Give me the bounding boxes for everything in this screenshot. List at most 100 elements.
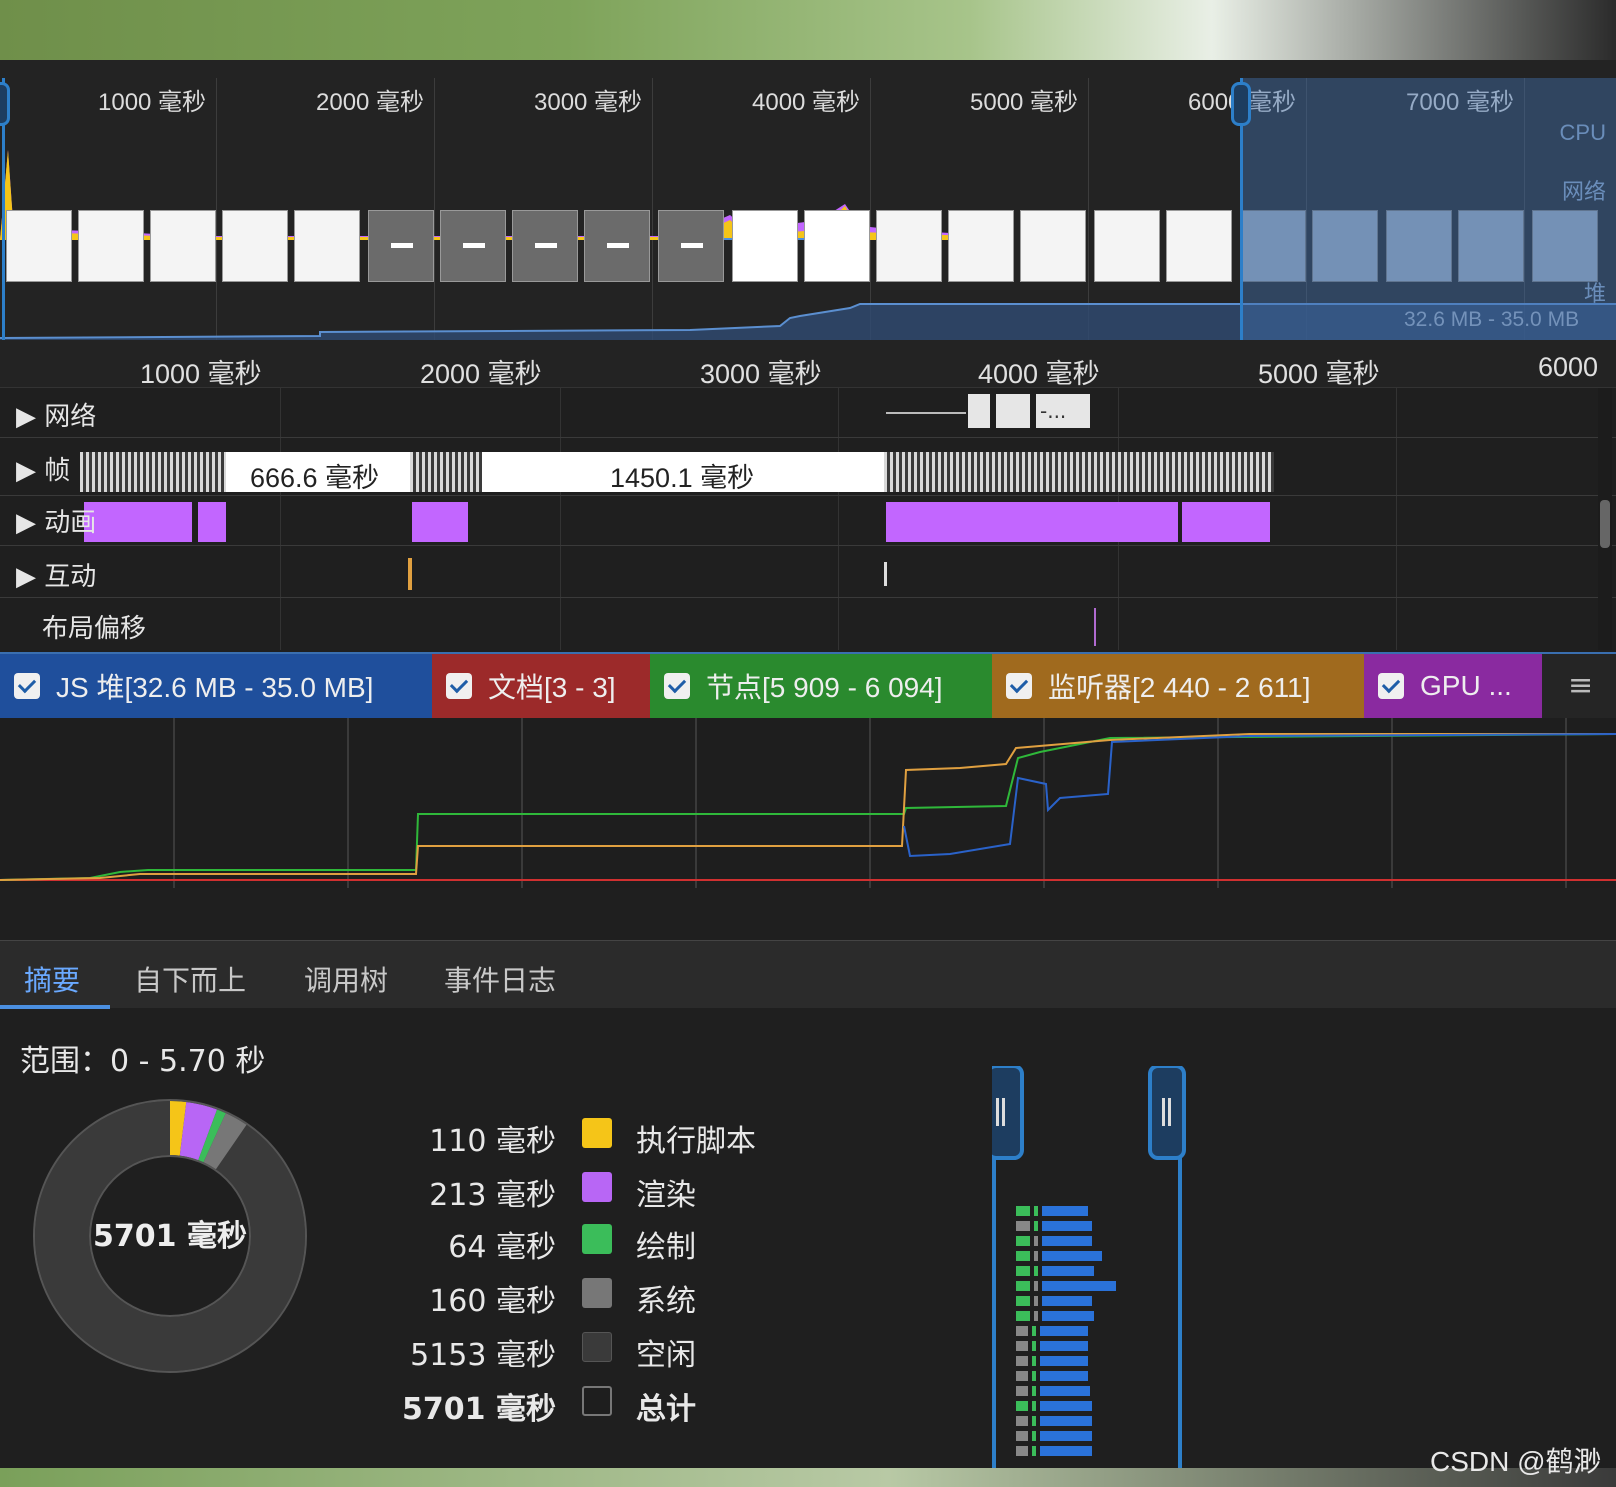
frame-markers bbox=[410, 452, 482, 492]
expand-arrow-icon[interactable]: ▶ bbox=[16, 402, 44, 432]
legend-swatch-idle bbox=[582, 1332, 612, 1362]
checkbox-checked-icon[interactable] bbox=[14, 673, 40, 699]
timeline-overview[interactable]: 1000 毫秒 2000 毫秒 3000 毫秒 4000 毫秒 5000 毫秒 … bbox=[0, 60, 1616, 340]
screenshot-thumbnail[interactable] bbox=[1094, 210, 1160, 282]
screenshot-thumbnail[interactable] bbox=[294, 210, 360, 282]
screenshot-thumbnail[interactable] bbox=[658, 210, 724, 282]
tab-bottom-up[interactable]: 自下而上 bbox=[134, 959, 246, 999]
overview-selection-dimmed bbox=[1240, 78, 1616, 340]
animation-block[interactable] bbox=[412, 502, 468, 542]
minimap-bar bbox=[1032, 1401, 1036, 1411]
minimap-bar bbox=[1016, 1221, 1030, 1231]
screenshot-thumbnail[interactable] bbox=[948, 210, 1014, 282]
minimap-bar bbox=[1034, 1221, 1038, 1231]
summary-minimap[interactable] bbox=[992, 1066, 1186, 1468]
animation-block[interactable] bbox=[1182, 502, 1270, 542]
network-request-bar[interactable]: -... bbox=[1036, 394, 1090, 428]
selection-end-handle[interactable] bbox=[1231, 82, 1251, 126]
donut-slice-system bbox=[202, 1113, 247, 1170]
minimap-bar bbox=[1034, 1251, 1038, 1261]
interaction-track[interactable]: ▶ 互动 bbox=[0, 546, 1616, 598]
network-request-bar[interactable] bbox=[996, 394, 1030, 428]
animation-track[interactable]: ▶ 动画 bbox=[0, 496, 1616, 546]
screenshot-thumbnail[interactable] bbox=[732, 210, 798, 282]
layout-shift-marker[interactable] bbox=[1094, 608, 1096, 646]
gpu-counter[interactable]: GPU ... bbox=[1364, 654, 1542, 718]
screenshot-thumbnail[interactable] bbox=[584, 210, 650, 282]
timeline-ruler: 1000 毫秒 2000 毫秒 3000 毫秒 4000 毫秒 5000 毫秒 … bbox=[0, 340, 1616, 389]
selection-start-handle[interactable] bbox=[0, 82, 10, 126]
frame-markers bbox=[80, 452, 226, 492]
interaction-marker[interactable] bbox=[884, 562, 887, 586]
tab-summary[interactable]: 摘要 bbox=[24, 959, 80, 999]
memory-counters-bar: JS 堆[32.6 MB - 35.0 MB] 文档[3 - 3] 节点[5 9… bbox=[0, 652, 1616, 718]
expand-arrow-icon[interactable]: ▶ bbox=[16, 562, 44, 592]
minimap-bar bbox=[1016, 1431, 1028, 1441]
animation-block[interactable] bbox=[886, 502, 1178, 542]
screenshot-thumbnail[interactable] bbox=[804, 210, 870, 282]
animation-block[interactable] bbox=[84, 502, 192, 542]
expand-arrow-icon[interactable]: ▶ bbox=[16, 508, 44, 538]
legend-swatch-scripting bbox=[582, 1118, 612, 1148]
documents-counter[interactable]: 文档[3 - 3] bbox=[432, 654, 650, 718]
screenshot-thumbnail[interactable] bbox=[876, 210, 942, 282]
screenshot-thumbnail[interactable] bbox=[222, 210, 288, 282]
js-heap-counter[interactable]: JS 堆[32.6 MB - 35.0 MB] bbox=[0, 654, 432, 718]
minimap-bar bbox=[1016, 1341, 1028, 1351]
legend-value: 5153 毫秒 bbox=[410, 1338, 556, 1373]
minimap-bar bbox=[1032, 1341, 1036, 1351]
checkbox-checked-icon[interactable] bbox=[1378, 673, 1404, 699]
network-track[interactable]: ▶ 网络 -... bbox=[0, 388, 1616, 438]
minimap-bar bbox=[1016, 1311, 1030, 1321]
hamburger-menu-icon[interactable]: ≡ bbox=[1568, 668, 1593, 703]
minimap-bar bbox=[1040, 1326, 1088, 1336]
expand-arrow-icon[interactable]: ▶ bbox=[16, 456, 44, 486]
tab-call-tree[interactable]: 调用树 bbox=[304, 959, 388, 999]
screenshot-thumbnail[interactable] bbox=[150, 210, 216, 282]
interaction-marker[interactable] bbox=[408, 558, 412, 590]
interaction-track-label[interactable]: ▶ 互动 bbox=[16, 556, 96, 593]
network-wait-line bbox=[886, 412, 966, 414]
network-request-bar[interactable] bbox=[968, 394, 990, 428]
scrollbar-thumb[interactable] bbox=[1600, 500, 1610, 548]
details-tab-bar: 摘要 自下而上 调用树 事件日志 bbox=[0, 940, 1616, 1009]
screenshot-thumbnail[interactable] bbox=[440, 210, 506, 282]
screenshot-thumbnail[interactable] bbox=[1166, 210, 1232, 282]
animation-track-label[interactable]: ▶ 动画 bbox=[16, 502, 96, 539]
minimap-bar bbox=[1016, 1386, 1028, 1396]
checkbox-checked-icon[interactable] bbox=[446, 673, 472, 699]
minimap-bar bbox=[1032, 1431, 1036, 1441]
donut-slice-rendering bbox=[179, 1101, 218, 1161]
frames-track-label[interactable]: ▶ 帧 bbox=[16, 450, 70, 487]
frames-track[interactable]: ▶ 帧 666.6 毫秒 1450.1 毫秒 bbox=[0, 438, 1616, 496]
minimap-bar bbox=[1042, 1266, 1094, 1276]
ruler-label: 6000 bbox=[1538, 352, 1599, 382]
network-track-label[interactable]: ▶ 网络 bbox=[16, 396, 96, 433]
layout-shift-track-label: 布局偏移 bbox=[42, 614, 147, 644]
layout-shift-track[interactable]: 布局偏移 bbox=[0, 598, 1616, 650]
animation-block[interactable] bbox=[198, 502, 226, 542]
screenshot-thumbnail[interactable] bbox=[512, 210, 578, 282]
nodes-counter[interactable]: 节点[5 909 - 6 094] bbox=[650, 654, 992, 718]
minimap-bar bbox=[1016, 1266, 1030, 1276]
listeners-counter[interactable]: 监听器[2 440 - 2 611] bbox=[992, 654, 1364, 718]
tracks-scrollbar[interactable] bbox=[1598, 388, 1612, 650]
checkbox-checked-icon[interactable] bbox=[1006, 673, 1032, 699]
minimap-bar bbox=[1042, 1281, 1116, 1291]
screenshot-thumbnail[interactable] bbox=[78, 210, 144, 282]
active-tab-indicator bbox=[0, 1005, 110, 1009]
minimap-bar bbox=[1032, 1371, 1036, 1381]
memory-counters-chart bbox=[0, 718, 1616, 888]
checkbox-checked-icon[interactable] bbox=[664, 673, 690, 699]
minimap-bar bbox=[1040, 1401, 1092, 1411]
ruler-label: 1000 毫秒 bbox=[140, 359, 262, 389]
screenshot-thumbnail[interactable] bbox=[1020, 210, 1086, 282]
minimap-bar bbox=[1016, 1251, 1030, 1261]
screenshot-thumbnail[interactable] bbox=[6, 210, 72, 282]
summary-range: 范围：0 - 5.70 秒 bbox=[20, 1044, 266, 1079]
screenshot-thumbnail[interactable] bbox=[368, 210, 434, 282]
legend-value: 110 毫秒 bbox=[429, 1124, 556, 1159]
legend-total-name: 总计 bbox=[636, 1392, 696, 1427]
tab-event-log[interactable]: 事件日志 bbox=[444, 959, 556, 999]
minimap-bar bbox=[1016, 1236, 1030, 1246]
